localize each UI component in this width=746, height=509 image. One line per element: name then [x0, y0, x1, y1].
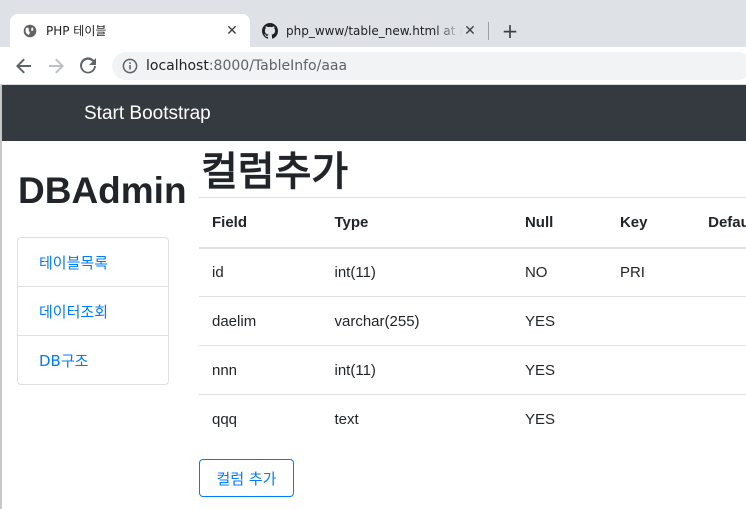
globe-icon	[22, 23, 38, 39]
table-row: nnn int(11) YES	[199, 345, 746, 395]
table-row: id int(11) NO PRI	[199, 247, 746, 297]
table-row: qqq text YES	[199, 394, 746, 444]
info-icon[interactable]	[122, 58, 138, 74]
cell-field: id	[199, 247, 322, 297]
sidebar-item-table-list[interactable]: 테이블목록	[18, 238, 168, 287]
cell-key	[606, 394, 696, 444]
columns-table: Field Type Null Key Default id int(11) N…	[199, 197, 746, 444]
column-header: Field	[199, 197, 322, 249]
close-icon[interactable]: ✕	[224, 23, 240, 39]
cell-default	[695, 247, 746, 297]
cell-field: qqq	[199, 394, 322, 444]
forward-arrow-icon[interactable]	[44, 54, 68, 78]
cell-field: nnn	[199, 345, 322, 395]
cell-default	[695, 394, 746, 444]
sidebar-item-data-view[interactable]: 데이터조회	[18, 287, 168, 336]
cell-type: varchar(255)	[321, 296, 512, 346]
sidebar-title: DBAdmin	[18, 170, 187, 211]
cell-key: PRI	[606, 247, 696, 297]
close-icon[interactable]: ✕	[462, 23, 478, 39]
tab-separator	[488, 22, 489, 40]
cell-null: NO	[511, 247, 607, 297]
url-host: localhost	[146, 58, 209, 74]
table-header-row: Field Type Null Key Default	[199, 197, 746, 249]
github-icon	[262, 22, 278, 39]
cell-key	[606, 296, 696, 346]
add-column-button[interactable]: 컬럼 추가	[199, 459, 294, 497]
tab-title: php_www/table_new.html at ma	[286, 23, 462, 38]
address-bar[interactable]: localhost:8000/TableInfo/aaa	[112, 52, 746, 80]
top-navbar: Start Bootstrap	[0, 85, 746, 141]
cell-null: YES	[511, 296, 607, 346]
cell-null: YES	[511, 345, 607, 395]
tab-title: PHP 테이블	[46, 24, 107, 38]
cell-default	[695, 296, 746, 346]
reload-icon[interactable]	[76, 54, 100, 78]
cell-type: int(11)	[321, 345, 512, 395]
browser-toolbar: localhost:8000/TableInfo/aaa	[0, 47, 746, 85]
window-edge	[0, 85, 2, 509]
cell-key	[606, 345, 696, 395]
column-header: Null	[511, 197, 607, 249]
url-path: :8000/TableInfo/aaa	[208, 58, 348, 74]
back-arrow-icon[interactable]	[12, 54, 36, 78]
column-header: Key	[606, 197, 696, 249]
sidebar-item-db-structure[interactable]: DB구조	[18, 336, 168, 384]
cell-default	[695, 345, 746, 395]
cell-null: YES	[511, 394, 607, 444]
cell-type: int(11)	[321, 247, 512, 297]
column-header: Type	[321, 197, 512, 249]
tab-github[interactable]: php_www/table_new.html at ma ✕	[252, 14, 488, 47]
tab-php-table[interactable]: PHP 테이블 ✕	[10, 14, 250, 47]
cell-type: text	[321, 394, 512, 444]
navbar-brand[interactable]: Start Bootstrap	[84, 103, 211, 125]
table-row: daelim varchar(255) YES	[199, 296, 746, 346]
sidebar-menu: 테이블목록 데이터조회 DB구조	[17, 237, 169, 385]
new-tab-button[interactable]: +	[498, 19, 522, 43]
page-title: 컬럼추가	[201, 149, 349, 195]
browser-tabstrip: PHP 테이블 ✕ php_www/table_new.html at ma ✕…	[0, 0, 746, 47]
column-header: Default	[695, 197, 746, 249]
cell-field: daelim	[199, 296, 322, 346]
